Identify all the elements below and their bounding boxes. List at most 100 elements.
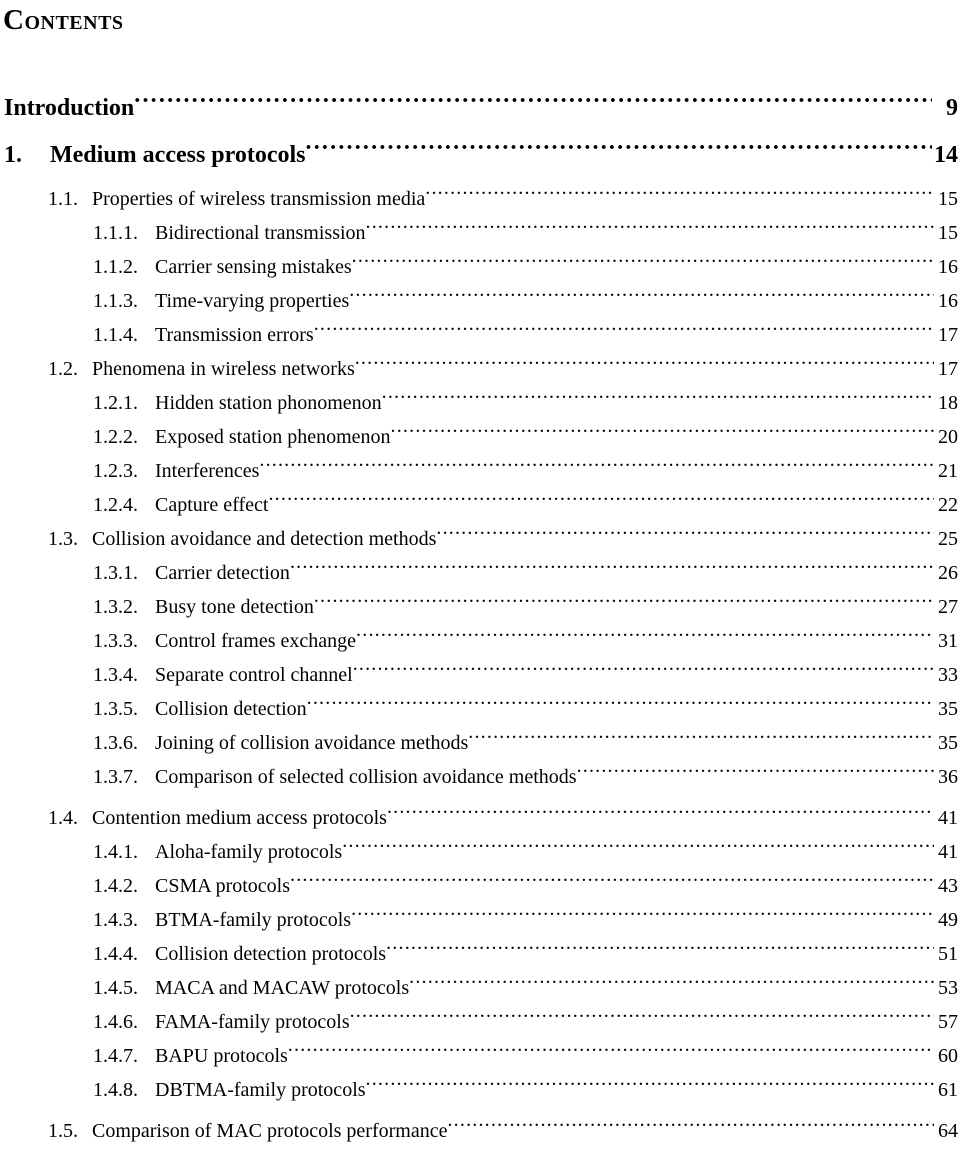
toc-leader-dots: ........................................… xyxy=(351,253,934,267)
toc-entry-number: 1.4. xyxy=(48,807,78,829)
toc-entry-number: 1.4.4. xyxy=(93,943,138,965)
toc-entry-number: 1.4.7. xyxy=(93,1045,138,1067)
toc-entry-title: Busy tone detection xyxy=(155,596,314,618)
toc-entry-page-number: 14 xyxy=(934,142,958,168)
toc-entry-number: 1.2. xyxy=(48,358,78,380)
toc-entry-page-number: 18 xyxy=(938,392,958,414)
toc-entry-title: Collision detection protocols xyxy=(155,943,387,965)
toc-entry-page-number: 16 xyxy=(938,256,958,278)
toc-entry-number: 1.4.8. xyxy=(93,1079,138,1101)
toc-entry[interactable]: 1.4.8. DBTMA-family protocols............… xyxy=(0,1073,960,1107)
toc-entry-title: MACA and MACAW protocols xyxy=(155,977,410,999)
toc-leader-dots: ........................................… xyxy=(386,940,934,954)
toc-entry-number: 1.3.2. xyxy=(93,596,138,618)
toc-entry-number: 1.1.1. xyxy=(93,222,138,244)
toc-entry-page-number: 43 xyxy=(938,875,958,897)
toc-entry[interactable]: 1.3.2. Busy tone detection...............… xyxy=(0,590,960,624)
toc-leader-dots: ........................................… xyxy=(268,491,934,505)
toc-entry-page-number: 36 xyxy=(938,766,958,788)
toc-leader-dots: ........................................… xyxy=(365,1076,934,1090)
toc-entry-title: Separate control channel xyxy=(155,664,353,686)
toc-entry[interactable]: 1.3.6. Joining of collision avoidance met… xyxy=(0,726,960,760)
toc-entry[interactable]: 1.5. Comparison of MAC protocols performa… xyxy=(0,1114,960,1148)
toc-leader-dots: ........................................… xyxy=(365,219,934,233)
toc-entry[interactable]: 1. Medium access protocols...............… xyxy=(0,135,960,175)
toc-entry-page-number: 33 xyxy=(938,664,958,686)
toc-entry-number: 1.2.4. xyxy=(93,494,138,516)
toc-entry-number: 1.3.7. xyxy=(93,766,138,788)
toc-entry-page-number: 27 xyxy=(938,596,958,618)
toc-entry-number: 1.4.6. xyxy=(93,1011,138,1033)
toc-entry-page-number: 16 xyxy=(938,290,958,312)
toc-entry-page-number: 26 xyxy=(938,562,958,584)
toc-leader-dots: ........................................… xyxy=(425,185,934,199)
toc-entry[interactable]: 1.1.2. Carrier sensing mistakes..........… xyxy=(0,250,960,284)
toc-leader-dots: ........................................… xyxy=(259,457,934,471)
toc-entry-title: Introduction xyxy=(4,95,135,121)
toc-entry-number: 1.3.6. xyxy=(93,732,138,754)
toc-entry[interactable]: 1.3.3. Control frames exchange...........… xyxy=(0,624,960,658)
toc-entry-title: BAPU protocols xyxy=(155,1045,288,1067)
toc-entry-page-number: 15 xyxy=(938,188,958,210)
toc-entry-page-number: 20 xyxy=(938,426,958,448)
toc-entry[interactable]: 1.3.4. Separate control channel..........… xyxy=(0,658,960,692)
toc-leader-dots: ........................................… xyxy=(390,423,934,437)
toc-entry-title: Carrier detection xyxy=(155,562,290,584)
toc-entry-number: 1.1.2. xyxy=(93,256,138,278)
toc-entry[interactable]: 1.3. Collision avoidance and detection me… xyxy=(0,522,960,556)
toc-entry-title: Phenomena in wireless networks xyxy=(92,358,355,380)
toc-entry[interactable]: Introduction............................… xyxy=(0,88,960,128)
toc-entry-title: Joining of collision avoidance methods xyxy=(155,732,469,754)
toc-leader-dots: ........................................… xyxy=(289,559,934,573)
toc-entry-number: 1.5. xyxy=(48,1120,78,1142)
toc-entry-page-number: 53 xyxy=(938,977,958,999)
toc-entry[interactable]: 1.4. Contention medium access protocols..… xyxy=(0,801,960,835)
toc-entry-title: BTMA-family protocols xyxy=(155,909,352,931)
toc-leader-dots: ........................................… xyxy=(287,1042,934,1056)
toc-entry[interactable]: 1.3.1. Carrier detection.................… xyxy=(0,556,960,590)
toc-entry[interactable]: 1.4.6. FAMA-family protocols.............… xyxy=(0,1005,960,1039)
toc-entry[interactable]: 1.4.3. BTMA-family protocols.............… xyxy=(0,903,960,937)
toc-leader-dots: ........................................… xyxy=(313,321,934,335)
toc-entry[interactable]: 1.2.1. Hidden station phonomenon.........… xyxy=(0,386,960,420)
toc-entry[interactable]: 1.1.1. Bidirectional transmission........… xyxy=(0,216,960,250)
toc-entry-title: Contention medium access protocols xyxy=(92,807,387,829)
toc-entry-number: 1.2.2. xyxy=(93,426,138,448)
toc-entry-page-number: 15 xyxy=(938,222,958,244)
toc-entry-title: Comparison of MAC protocols performance xyxy=(92,1120,448,1142)
toc-entry-title: Properties of wireless transmission medi… xyxy=(92,188,426,210)
toc-leader-dots: ........................................… xyxy=(349,287,934,301)
toc-entry[interactable]: 1.3.7. Comparison of selected collision a… xyxy=(0,760,960,794)
toc-entry[interactable]: 1.4.4. Collision detection protocols.....… xyxy=(0,937,960,971)
toc-entry-page-number: 57 xyxy=(938,1011,958,1033)
toc-entry[interactable]: 1.4.2. CSMA protocols....................… xyxy=(0,869,960,903)
toc-leader-dots: ........................................… xyxy=(409,974,934,988)
toc-leader-dots: ........................................… xyxy=(386,804,934,818)
toc-entry[interactable]: 1.4.5. MACA and MACAW protocols..........… xyxy=(0,971,960,1005)
toc-entry-page-number: 35 xyxy=(938,732,958,754)
toc-entry[interactable]: 1.1.3. Time-varying properties...........… xyxy=(0,284,960,318)
toc-entry[interactable]: 1.1.4. Transmission errors...............… xyxy=(0,318,960,352)
toc-entry-title: Capture effect xyxy=(155,494,269,516)
toc-entry[interactable]: 1.2.2. Exposed station phenomenon........… xyxy=(0,420,960,454)
toc-entry-title: Medium access protocols xyxy=(50,142,306,168)
toc-entry[interactable]: 1.3.5. Collision detection...............… xyxy=(0,692,960,726)
toc-entry-title: Interferences xyxy=(155,460,260,482)
toc-entry[interactable]: 1.2.3. Interferences.....................… xyxy=(0,454,960,488)
toc-entry[interactable]: 1.2. Phenomena in wireless networks......… xyxy=(0,352,960,386)
toc-entry-number: 1.3.1. xyxy=(93,562,138,584)
toc-entry-page-number: 17 xyxy=(938,324,958,346)
toc-entry-number: 1.3.3. xyxy=(93,630,138,652)
toc-entry-title: Aloha-family protocols xyxy=(155,841,343,863)
toc-leader-dots: ........................................… xyxy=(447,1117,934,1131)
toc-entry-number: 1.2.1. xyxy=(93,392,138,414)
toc-entry-title: Carrier sensing mistakes xyxy=(155,256,352,278)
toc-entry-page-number: 21 xyxy=(938,460,958,482)
toc-entry[interactable]: 1.1. Properties of wireless transmission … xyxy=(0,182,960,216)
toc-leader-dots: ........................................… xyxy=(134,91,932,108)
toc-entry-title: Collision detection xyxy=(155,698,307,720)
toc-entry[interactable]: 1.4.7. BAPU protocols....................… xyxy=(0,1039,960,1073)
toc-entry[interactable]: 1.4.1. Aloha-family protocols............… xyxy=(0,835,960,869)
toc-entry[interactable]: 1.2.4. Capture effect....................… xyxy=(0,488,960,522)
toc-entry-page-number: 22 xyxy=(938,494,958,516)
